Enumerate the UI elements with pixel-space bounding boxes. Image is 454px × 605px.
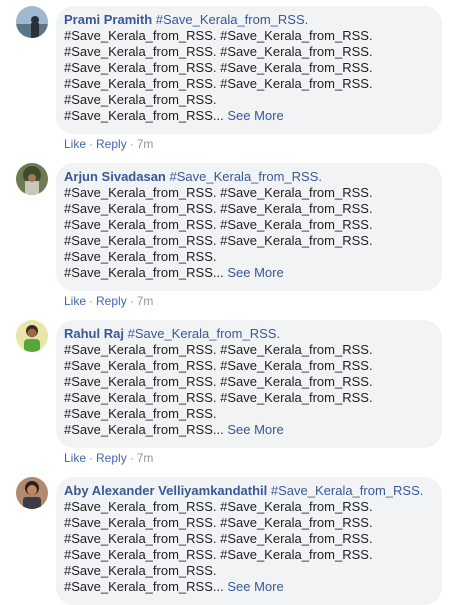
comment-actions: Like · Reply · 7m	[64, 451, 153, 465]
profile-photo-icon	[16, 6, 48, 38]
hashtag-link[interactable]: #Save_Kerala_from_RSS.	[156, 12, 308, 27]
comment-text-line: #Save_Kerala_from_RSS. #Save_Kerala_from…	[64, 547, 373, 562]
comment-text-line: #Save_Kerala_from_RSS.	[64, 92, 217, 107]
see-more-link[interactable]: See More	[227, 579, 283, 594]
comment-text-line: #Save_Kerala_from_RSS. #Save_Kerala_from…	[64, 60, 373, 75]
truncated-text: #Save_Kerala_from_RSS...	[64, 422, 224, 437]
hashtag-link[interactable]: #Save_Kerala_from_RSS.	[170, 169, 322, 184]
hashtag-link[interactable]: #Save_Kerala_from_RSS.	[271, 483, 423, 498]
avatar[interactable]	[16, 163, 48, 195]
comment-header: Aby Alexander Velliyamkandathil #Save_Ke…	[64, 483, 432, 499]
comment-text-line: #Save_Kerala_from_RSS. #Save_Kerala_from…	[64, 233, 373, 248]
comment-text-line: #Save_Kerala_from_RSS. #Save_Kerala_from…	[64, 342, 373, 357]
comment-text-line: #Save_Kerala_from_RSS. #Save_Kerala_from…	[64, 76, 373, 91]
profile-photo-icon	[16, 320, 48, 352]
comment-header: Arjun Sivadasan #Save_Kerala_from_RSS.	[64, 169, 432, 185]
like-button[interactable]: Like	[64, 294, 86, 308]
author-name[interactable]: Rahul Raj	[64, 326, 124, 341]
separator-dot: ·	[129, 451, 134, 465]
see-more-link[interactable]: See More	[227, 422, 283, 437]
timestamp[interactable]: 7m	[137, 137, 154, 151]
comment-text-line: #Save_Kerala_from_RSS. #Save_Kerala_from…	[64, 358, 373, 373]
comment-text-line: #Save_Kerala_from_RSS. #Save_Kerala_from…	[64, 499, 373, 514]
avatar[interactable]	[16, 6, 48, 38]
truncated-text: #Save_Kerala_from_RSS...	[64, 108, 224, 123]
comment-header: Rahul Raj #Save_Kerala_from_RSS.	[64, 326, 432, 342]
comment-text-line: #Save_Kerala_from_RSS. #Save_Kerala_from…	[64, 515, 373, 530]
comment-bubble: Rahul Raj #Save_Kerala_from_RSS. #Save_K…	[56, 320, 442, 448]
truncated-text: #Save_Kerala_from_RSS...	[64, 579, 224, 594]
comment-bubble: Prami Pramith #Save_Kerala_from_RSS. #Sa…	[56, 6, 442, 134]
hashtag-link[interactable]: #Save_Kerala_from_RSS.	[128, 326, 280, 341]
avatar[interactable]	[16, 320, 48, 352]
comment-actions: Like · Reply · 7m	[64, 294, 153, 308]
timestamp[interactable]: 7m	[137, 294, 154, 308]
comment-bubble: Arjun Sivadasan #Save_Kerala_from_RSS. #…	[56, 163, 442, 291]
author-name[interactable]: Prami Pramith	[64, 12, 152, 27]
comment-actions: Like · Reply · 7m	[64, 137, 153, 151]
reply-button[interactable]: Reply	[96, 451, 127, 465]
timestamp[interactable]: 7m	[137, 451, 154, 465]
profile-photo-icon	[16, 163, 48, 195]
see-more-link[interactable]: See More	[227, 108, 283, 123]
comment-text-line: #Save_Kerala_from_RSS.	[64, 406, 217, 421]
comment-text-line: #Save_Kerala_from_RSS. #Save_Kerala_from…	[64, 374, 373, 389]
comment-header: Prami Pramith #Save_Kerala_from_RSS.	[64, 12, 432, 28]
separator-dot: ·	[129, 137, 134, 151]
author-name[interactable]: Aby Alexander Velliyamkandathil	[64, 483, 267, 498]
reply-button[interactable]: Reply	[96, 294, 127, 308]
comment-text-line: #Save_Kerala_from_RSS.	[64, 563, 217, 578]
comment-text-line: #Save_Kerala_from_RSS. #Save_Kerala_from…	[64, 390, 373, 405]
separator-dot: ·	[89, 294, 94, 308]
author-name[interactable]: Arjun Sivadasan	[64, 169, 166, 184]
comment-text-line: #Save_Kerala_from_RSS. #Save_Kerala_from…	[64, 217, 373, 232]
see-more-link[interactable]: See More	[227, 265, 283, 280]
avatar[interactable]	[16, 477, 48, 509]
comment-text-line: #Save_Kerala_from_RSS. #Save_Kerala_from…	[64, 44, 373, 59]
comment-text-line: #Save_Kerala_from_RSS... See More	[64, 579, 432, 595]
comment-text-line: #Save_Kerala_from_RSS... See More	[64, 108, 432, 124]
comment-text-line: #Save_Kerala_from_RSS. #Save_Kerala_from…	[64, 185, 373, 200]
comment-text-line: #Save_Kerala_from_RSS.	[64, 249, 217, 264]
separator-dot: ·	[89, 137, 94, 151]
comment-text-line: #Save_Kerala_from_RSS. #Save_Kerala_from…	[64, 201, 373, 216]
like-button[interactable]: Like	[64, 451, 86, 465]
comment-text-line: #Save_Kerala_from_RSS. #Save_Kerala_from…	[64, 28, 373, 43]
reply-button[interactable]: Reply	[96, 137, 127, 151]
comment-text-line: #Save_Kerala_from_RSS. #Save_Kerala_from…	[64, 531, 373, 546]
profile-photo-icon	[16, 477, 48, 509]
comment-bubble: Aby Alexander Velliyamkandathil #Save_Ke…	[56, 477, 442, 605]
like-button[interactable]: Like	[64, 137, 86, 151]
separator-dot: ·	[89, 451, 94, 465]
comment-text-line: #Save_Kerala_from_RSS... See More	[64, 422, 432, 438]
truncated-text: #Save_Kerala_from_RSS...	[64, 265, 224, 280]
separator-dot: ·	[129, 294, 134, 308]
comment-text-line: #Save_Kerala_from_RSS... See More	[64, 265, 432, 281]
